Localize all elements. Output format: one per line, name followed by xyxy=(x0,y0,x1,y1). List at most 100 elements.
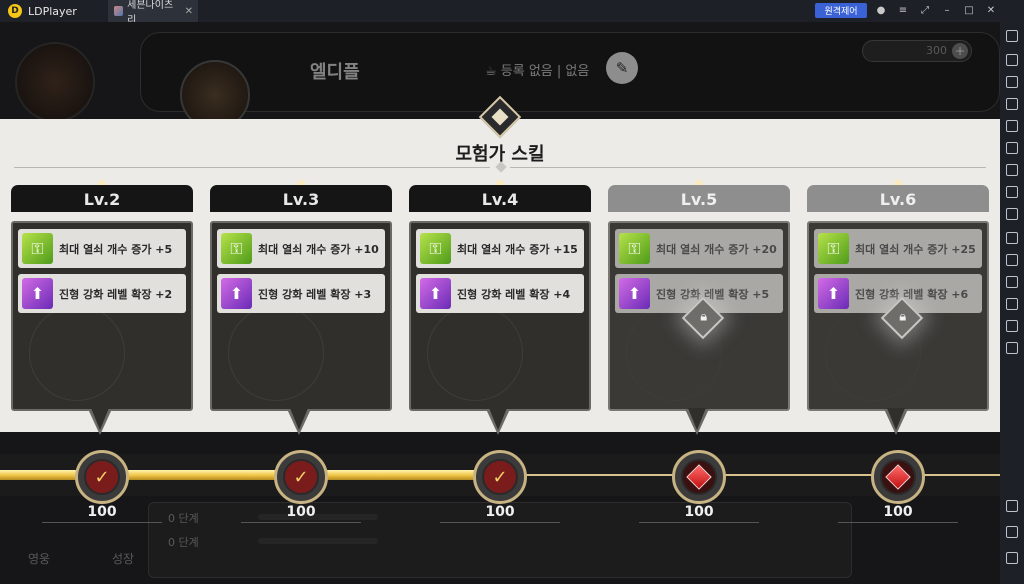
app-name: LDPlayer xyxy=(28,4,77,18)
account-icon[interactable]: ● xyxy=(873,3,889,19)
key-icon: ⚿ xyxy=(818,233,849,264)
close-icon[interactable]: ✕ xyxy=(983,3,999,19)
settings-icon[interactable] xyxy=(1006,30,1018,42)
node-underline xyxy=(639,522,759,523)
skill-text: 진형 강화 레벨 확장 +4 xyxy=(457,287,571,301)
tab-game[interactable]: 세븐나이츠 리 ✕ xyxy=(108,0,198,26)
checkmark-icon: ✓ xyxy=(482,459,518,495)
home-icon[interactable] xyxy=(1006,526,1018,538)
skill-list-panel: ⚿ 최대 열쇠 개수 증가 +15 ⬆ 진형 강화 레벨 확장 +4 xyxy=(409,221,591,411)
skill-text: 진형 강화 레벨 확장 +5 xyxy=(656,287,770,301)
skill-text: 진형 강화 레벨 확장 +6 xyxy=(855,287,969,301)
skill-text: 최대 열쇠 개수 증가 +5 xyxy=(59,242,173,256)
emulator-sidebar xyxy=(1000,22,1024,584)
key-icon: ⚿ xyxy=(420,233,451,264)
game-screen: 엘디플 ☕ 등록 없음 | 없음 ✎ 300 + 0 단계 0 단계 영웅 성장… xyxy=(0,22,1000,584)
skill-list-panel: ⚿ 최대 열쇠 개수 증가 +5 ⬆ 진형 강화 레벨 확장 +2 xyxy=(11,221,193,411)
skill-list-panel: ⚿ 최대 열쇠 개수 증가 +20 ⬆ 진형 강화 레벨 확장 +5 🔒︎ xyxy=(608,221,790,411)
node-completed[interactable]: ✓ xyxy=(473,450,527,504)
node-underline xyxy=(440,522,560,523)
node-value: 100 xyxy=(87,504,117,520)
screenshot-icon[interactable] xyxy=(1006,120,1018,132)
menu-icon[interactable]: ≡ xyxy=(895,3,911,19)
skill-row: ⚿ 최대 열쇠 개수 증가 +20 xyxy=(615,229,783,268)
level-header: Lv.6 xyxy=(807,185,989,212)
node-completed[interactable]: ✓ xyxy=(274,450,328,504)
card-pointer xyxy=(88,408,112,435)
card-pointer xyxy=(685,408,709,435)
keyboard-icon[interactable] xyxy=(1006,54,1018,66)
card-pointer xyxy=(486,408,510,435)
upgrade-icon: ⬆ xyxy=(221,278,252,309)
skill-text: 진형 강화 레벨 확장 +2 xyxy=(59,287,173,301)
skill-row: ⚿ 최대 열쇠 개수 증가 +10 xyxy=(217,229,385,268)
skill-row: ⬆ 진형 강화 레벨 확장 +3 xyxy=(217,274,385,313)
back-icon[interactable] xyxy=(1006,500,1018,512)
ldplayer-logo-icon: D xyxy=(8,4,22,18)
skill-text: 최대 열쇠 개수 증가 +15 xyxy=(457,242,578,256)
apk-install-icon[interactable] xyxy=(1006,276,1018,288)
skill-text: 진형 강화 레벨 확장 +3 xyxy=(258,287,372,301)
card-decoration xyxy=(29,305,125,401)
skill-row: ⚿ 최대 열쇠 개수 증가 +5 xyxy=(18,229,186,268)
card-pointer xyxy=(287,408,311,435)
title-divider-left xyxy=(14,167,490,168)
folder-icon[interactable] xyxy=(1006,298,1018,310)
skill-row: ⬆ 진형 강화 레벨 확장 +4 xyxy=(416,274,584,313)
sync-icon[interactable] xyxy=(1006,342,1018,354)
operation-record-icon[interactable] xyxy=(1006,254,1018,266)
skill-text: 최대 열쇠 개수 증가 +20 xyxy=(656,242,777,256)
skill-list-panel: ⚿ 최대 열쇠 개수 증가 +10 ⬆ 진형 강화 레벨 확장 +3 xyxy=(210,221,392,411)
title-bar: D LDPlayer 세븐나이츠 리 ✕ 원격제어 ● ≡ ⤢ – □ ✕ xyxy=(0,0,1024,26)
maximize-icon[interactable]: □ xyxy=(961,3,977,19)
volume-down-icon[interactable] xyxy=(1006,98,1018,110)
level-header: Lv.4 xyxy=(409,185,591,212)
upgrade-icon: ⬆ xyxy=(22,278,53,309)
title-divider-right xyxy=(510,167,986,168)
remote-control-button[interactable]: 원격제어 xyxy=(815,3,867,18)
node-pending[interactable] xyxy=(672,450,726,504)
multi-instance-icon[interactable] xyxy=(1006,164,1018,176)
card-decoration xyxy=(228,305,324,401)
level-header: Lv.3 xyxy=(210,185,392,212)
record-icon[interactable] xyxy=(1006,232,1018,244)
tab-close-icon[interactable]: ✕ xyxy=(185,6,193,17)
recent-apps-icon[interactable] xyxy=(1006,552,1018,564)
card-pointer xyxy=(884,408,908,435)
emulator-window: D LDPlayer 세븐나이츠 리 ✕ 원격제어 ● ≡ ⤢ – □ ✕ 엘디… xyxy=(0,0,1024,584)
checkmark-icon: ✓ xyxy=(84,459,120,495)
skill-list-panel: ⚿ 최대 열쇠 개수 증가 +25 ⬆ 진형 강화 레벨 확장 +6 🔒︎ xyxy=(807,221,989,411)
location-icon[interactable] xyxy=(1006,320,1018,332)
level-header: Lv.2 xyxy=(11,185,193,212)
key-icon: ⚿ xyxy=(22,233,53,264)
node-underline xyxy=(42,522,162,523)
checkmark-icon: ✓ xyxy=(283,459,319,495)
skill-row: ⚿ 최대 열쇠 개수 증가 +25 xyxy=(814,229,982,268)
level-header: Lv.5 xyxy=(608,185,790,212)
robot-icon[interactable] xyxy=(1006,186,1018,198)
upgrade-icon: ⬆ xyxy=(420,278,451,309)
fullscreen-icon[interactable]: ⤢ xyxy=(917,3,933,19)
node-value: 100 xyxy=(883,504,913,520)
rotate-icon[interactable] xyxy=(1006,142,1018,154)
skill-text: 최대 열쇠 개수 증가 +10 xyxy=(258,242,379,256)
red-gem-icon xyxy=(880,459,916,495)
skill-row: ⬆ 진형 강화 레벨 확장 +2 xyxy=(18,274,186,313)
node-value: 100 xyxy=(684,504,714,520)
key-icon: ⚿ xyxy=(619,233,650,264)
node-underline xyxy=(241,522,361,523)
node-underline xyxy=(838,522,958,523)
node-value: 100 xyxy=(286,504,316,520)
red-gem-icon xyxy=(681,459,717,495)
game-tab-icon xyxy=(114,6,124,16)
card-decoration xyxy=(427,305,523,401)
upgrade-icon: ⬆ xyxy=(818,278,849,309)
minimize-icon[interactable]: – xyxy=(939,3,955,19)
node-pending[interactable] xyxy=(871,450,925,504)
upgrade-icon: ⬆ xyxy=(619,278,650,309)
skill-row: ⚿ 최대 열쇠 개수 증가 +15 xyxy=(416,229,584,268)
key-icon: ⚿ xyxy=(221,233,252,264)
shake-icon[interactable] xyxy=(1006,208,1018,220)
node-completed[interactable]: ✓ xyxy=(75,450,129,504)
volume-up-icon[interactable] xyxy=(1006,76,1018,88)
